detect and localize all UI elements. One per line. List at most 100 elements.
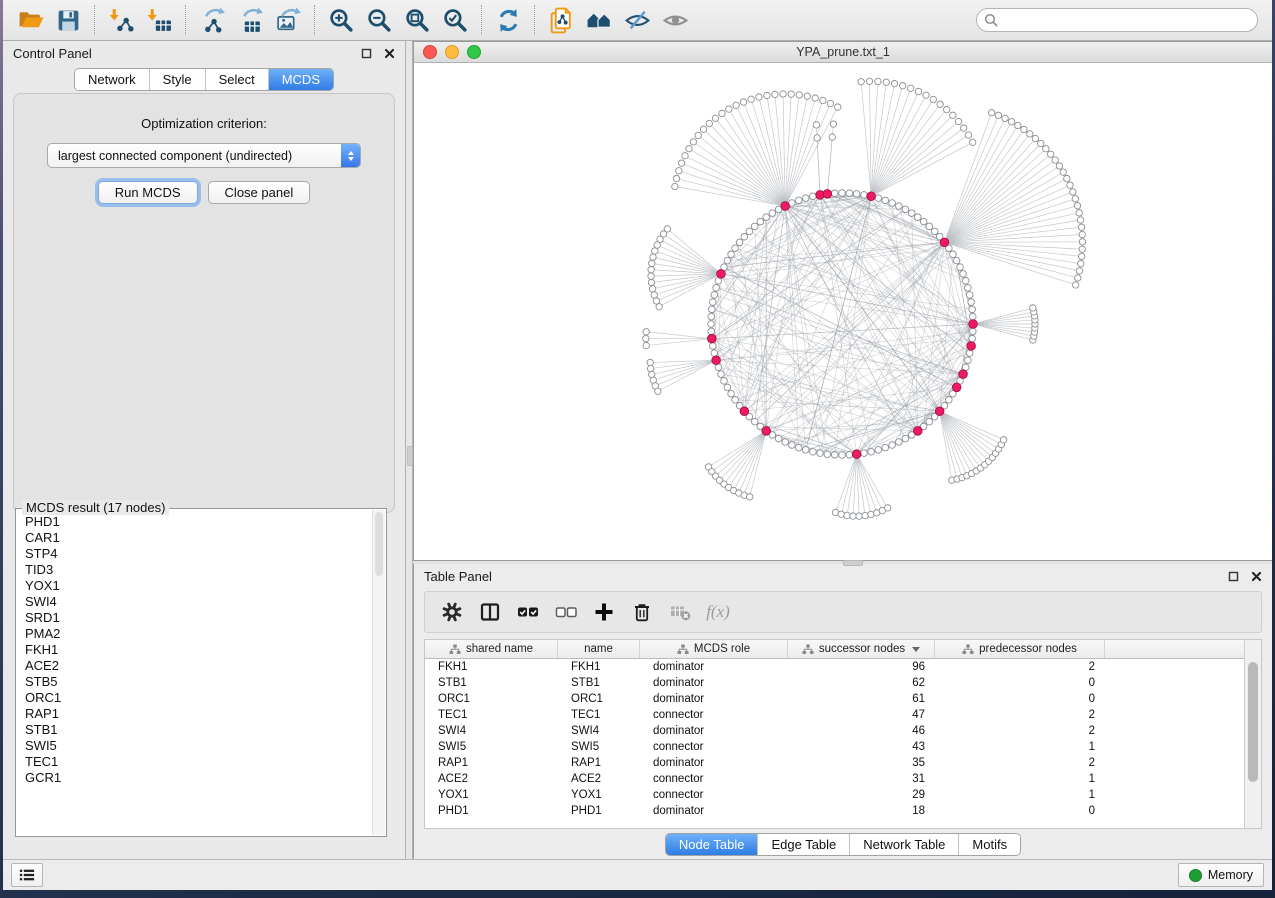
show-eye-button[interactable] [656, 3, 694, 37]
table-row[interactable]: ACE2ACE2connector311 [425, 771, 1245, 787]
leaf-node[interactable] [850, 513, 856, 519]
ring-node[interactable] [708, 313, 715, 320]
export-image-button[interactable] [269, 3, 307, 37]
ring-node[interactable] [802, 447, 809, 454]
mcds-hub-node[interactable] [852, 450, 861, 459]
ring-node[interactable] [769, 210, 776, 217]
mcds-hub-node[interactable] [867, 192, 876, 201]
column-header-predecessor-nodes[interactable]: predecessor nodes [935, 640, 1105, 658]
leaf-node[interactable] [943, 106, 949, 112]
vertical-splitter[interactable] [405, 41, 413, 859]
leaf-node[interactable] [875, 78, 881, 84]
leaf-node[interactable] [719, 110, 725, 116]
leaf-node[interactable] [649, 260, 655, 266]
delete-button[interactable] [625, 596, 659, 628]
ring-node[interactable] [965, 357, 972, 364]
tab-select[interactable]: Select [205, 69, 268, 90]
ring-node[interactable] [966, 350, 973, 357]
ring-node[interactable] [957, 264, 964, 271]
leaf-node[interactable] [923, 92, 929, 98]
table-row[interactable]: PHD1PHD1dominator180 [425, 803, 1245, 819]
leaf-node[interactable] [930, 96, 936, 102]
ring-node[interactable] [795, 197, 802, 204]
leaf-node[interactable] [830, 121, 836, 127]
tab-motifs[interactable]: Motifs [958, 834, 1020, 855]
memory-button[interactable]: Memory [1178, 863, 1264, 887]
leaf-node[interactable] [726, 106, 732, 112]
leaf-node[interactable] [884, 505, 890, 511]
mcds-hub-node[interactable] [740, 407, 749, 416]
mcds-hub-node[interactable] [959, 370, 968, 379]
ring-node[interactable] [846, 190, 853, 197]
leaf-node[interactable] [648, 279, 654, 285]
leaf-node[interactable] [835, 104, 841, 110]
leaf-node[interactable] [1047, 151, 1053, 157]
leaf-node[interactable] [652, 248, 658, 254]
unselect-all-button[interactable] [549, 596, 583, 628]
ring-node[interactable] [709, 306, 716, 313]
column-header-name[interactable]: name [558, 640, 640, 658]
leaf-node[interactable] [969, 139, 975, 145]
leaf-node[interactable] [995, 112, 1001, 118]
ring-node[interactable] [710, 299, 717, 306]
mcds-result-item[interactable]: PMA2 [25, 626, 373, 642]
ring-node[interactable] [868, 448, 875, 455]
leaf-node[interactable] [1021, 126, 1027, 132]
ring-node[interactable] [969, 335, 976, 342]
mcds-result-item[interactable]: STB1 [25, 722, 373, 738]
ring-node[interactable] [969, 328, 976, 335]
leaf-node[interactable] [673, 175, 679, 181]
leaf-node[interactable] [796, 92, 802, 98]
leaf-node[interactable] [1075, 275, 1081, 281]
leaf-node[interactable] [814, 135, 820, 141]
leaf-node[interactable] [908, 85, 914, 91]
ring-node[interactable] [831, 451, 838, 458]
mcds-result-item[interactable]: TEC1 [25, 754, 373, 770]
leaf-node[interactable] [988, 109, 994, 115]
leaf-node[interactable] [883, 79, 889, 85]
ring-node[interactable] [713, 284, 720, 291]
hide-eye-button[interactable] [618, 3, 656, 37]
mcds-result-item[interactable]: YOX1 [25, 578, 373, 594]
table-row[interactable]: YOX1YOX1connector291 [425, 787, 1245, 803]
ring-node[interactable] [724, 384, 731, 391]
mcds-result-item[interactable]: SWI5 [25, 738, 373, 754]
ring-node[interactable] [795, 444, 802, 451]
mcds-result-item[interactable]: SWI4 [25, 594, 373, 610]
float-window-icon[interactable] [361, 48, 372, 59]
leaf-node[interactable] [858, 79, 864, 85]
ring-node[interactable] [824, 451, 831, 458]
mcds-hub-node[interactable] [914, 427, 923, 436]
column-header-mcds-role[interactable]: MCDS role [640, 640, 788, 658]
run-mcds-button[interactable]: Run MCDS [98, 181, 198, 204]
task-history-button[interactable] [11, 863, 43, 887]
leaf-node[interactable] [706, 120, 712, 126]
ring-node[interactable] [751, 418, 758, 425]
import-network-button[interactable] [102, 3, 140, 37]
leaf-node[interactable] [649, 286, 655, 292]
ring-node[interactable] [724, 257, 731, 264]
ring-node[interactable] [732, 397, 739, 404]
table-scrollbar[interactable] [1244, 640, 1261, 828]
leaf-node[interactable] [788, 91, 794, 97]
leaf-node[interactable] [1030, 305, 1036, 311]
leaf-node[interactable] [748, 96, 754, 102]
ring-node[interactable] [889, 442, 896, 449]
leaf-node[interactable] [838, 511, 844, 517]
ring-node[interactable] [926, 223, 933, 230]
leaf-node[interactable] [891, 80, 897, 86]
leaf-node[interactable] [772, 91, 778, 97]
mcds-result-item[interactable]: SRD1 [25, 610, 373, 626]
table-row[interactable]: STB1STB1dominator620 [425, 675, 1245, 691]
mcds-hub-node[interactable] [935, 407, 944, 416]
leaf-node[interactable] [856, 513, 862, 519]
table-scrollbar-thumb[interactable] [1248, 662, 1258, 782]
leaf-node[interactable] [647, 359, 653, 365]
close-panel-button[interactable]: Close panel [208, 181, 311, 204]
leaf-node[interactable] [654, 242, 660, 248]
ring-node[interactable] [741, 233, 748, 240]
leaf-node[interactable] [1060, 169, 1066, 175]
mcds-hub-node[interactable] [762, 427, 771, 436]
ring-node[interactable] [721, 378, 728, 385]
mcds-result-item[interactable]: ORC1 [25, 690, 373, 706]
